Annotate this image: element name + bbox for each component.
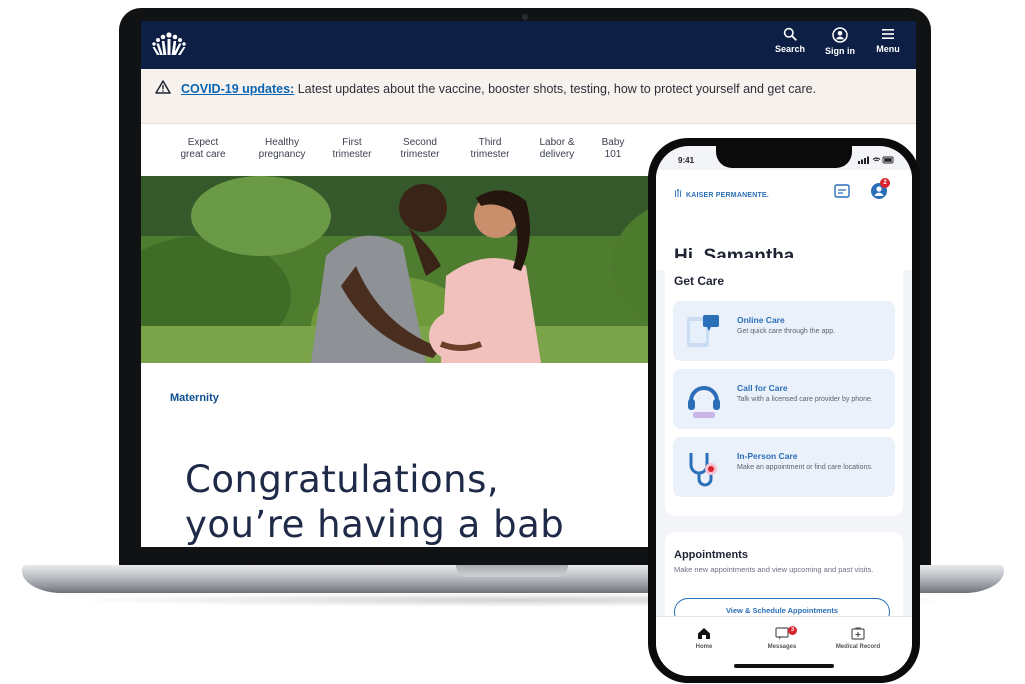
headset-icon: [688, 386, 720, 418]
tab-second-trimester[interactable]: Second trimester: [385, 137, 455, 161]
tab-messages[interactable]: Messages: [752, 627, 812, 650]
messages-inbox-icon[interactable]: [834, 184, 850, 198]
sign-in-button[interactable]: Sign in: [818, 27, 862, 63]
app-logo-icon: [674, 189, 682, 197]
tab-label: Second: [403, 137, 437, 148]
get-care-card: Get Care Online Care Get quick care thro…: [665, 258, 903, 516]
get-care-title: Get Care: [674, 274, 725, 288]
tab-home-label: Home: [695, 644, 713, 650]
messages-badge: 3: [788, 626, 797, 635]
tab-label: Baby: [601, 137, 625, 148]
tab-medical-record[interactable]: Medical Record: [828, 627, 888, 650]
tab-label: trimester: [400, 149, 440, 160]
stethoscope-icon: [689, 453, 717, 487]
tab-healthy-pregnancy[interactable]: Healthy pregnancy: [247, 137, 317, 161]
app-logo-text: KAISER PERMANENTE.: [686, 192, 769, 199]
tab-label: Healthy: [265, 137, 299, 148]
tab-label: great care: [180, 149, 226, 160]
tab-label: Third: [478, 137, 502, 148]
page-headline: Congratulations, you’re having a bab: [185, 457, 564, 547]
banner-message: Latest updates about the vaccine, booste…: [294, 82, 817, 96]
laptop-camera: [522, 14, 528, 20]
tab-label: pregnancy: [258, 149, 306, 160]
covid-updates-link[interactable]: COVID-19 updates:: [181, 82, 294, 96]
tab-home[interactable]: Home: [674, 627, 734, 650]
online-care-option[interactable]: Online Care Get quick care through the a…: [673, 301, 895, 361]
status-time: 9:41: [678, 156, 695, 165]
care-desc: Talk with a licensed care provider by ph…: [737, 396, 873, 403]
care-title: Online Care: [737, 315, 785, 325]
kaiser-permanente-logo-icon[interactable]: [151, 29, 187, 59]
hamburger-menu-icon: [882, 29, 894, 39]
search-icon: [783, 27, 797, 41]
headline-line-2: you’re having a bab: [185, 503, 565, 546]
banner-text: COVID-19 updates: Latest updates about t…: [181, 81, 881, 98]
notification-badge: 2: [880, 178, 890, 188]
tab-baby-101[interactable]: Baby 101: [578, 137, 648, 161]
medical-record-icon: [851, 627, 865, 640]
covid-banner: COVID-19 updates: Latest updates about t…: [141, 69, 916, 124]
call-for-care-option[interactable]: Call for Care Talk with a licensed care …: [673, 369, 895, 429]
tab-messages-label: Messages: [767, 644, 797, 650]
tab-label: trimester: [332, 149, 372, 160]
care-desc: Make an appointment or find care locatio…: [737, 464, 873, 471]
menu-label: Menu: [876, 44, 900, 54]
tab-label: trimester: [470, 149, 510, 160]
headline-line-1: Congratulations,: [185, 458, 500, 501]
menu-button[interactable]: Menu: [866, 27, 910, 63]
tab-label: 101: [604, 149, 622, 160]
search-label: Search: [774, 44, 806, 54]
status-bar-icons: [858, 156, 894, 164]
home-icon: [698, 628, 710, 639]
tab-medical-record-label: Medical Record: [835, 644, 881, 650]
search-button[interactable]: Search: [768, 27, 812, 63]
care-title: Call for Care: [737, 383, 788, 393]
tab-expect-great-care[interactable]: Expect great care: [168, 137, 238, 161]
home-indicator[interactable]: [734, 664, 834, 668]
appointments-desc: Make new appointments and view upcoming …: [674, 565, 874, 574]
warning-triangle-icon: [155, 80, 171, 94]
user-circle-icon: [832, 27, 848, 43]
care-desc: Get quick care through the app.: [737, 328, 836, 335]
in-person-care-option[interactable]: In-Person Care Make an appointment or fi…: [673, 437, 895, 497]
site-header: Search Sign in Menu: [141, 21, 916, 69]
chat-icon: [687, 315, 719, 347]
tab-label: First: [342, 137, 362, 148]
tab-third-trimester[interactable]: Third trimester: [455, 137, 525, 161]
sign-in-label: Sign in: [825, 46, 855, 56]
tab-first-trimester[interactable]: First trimester: [317, 137, 387, 161]
phone-notch: [716, 146, 852, 168]
section-label-maternity[interactable]: Maternity: [170, 392, 219, 404]
messages-icon: [775, 627, 789, 640]
appointments-title: Appointments: [674, 549, 748, 561]
app-topbar: KAISER PERMANENTE. 2 Hi, Samantha: [656, 170, 912, 270]
phone-screen: KAISER PERMANENTE. 2 Hi, Samantha 9:41 G…: [656, 146, 912, 676]
tab-label: Expect: [187, 137, 219, 148]
laptop-trackpad-notch: [456, 565, 568, 577]
care-title: In-Person Care: [737, 451, 798, 461]
